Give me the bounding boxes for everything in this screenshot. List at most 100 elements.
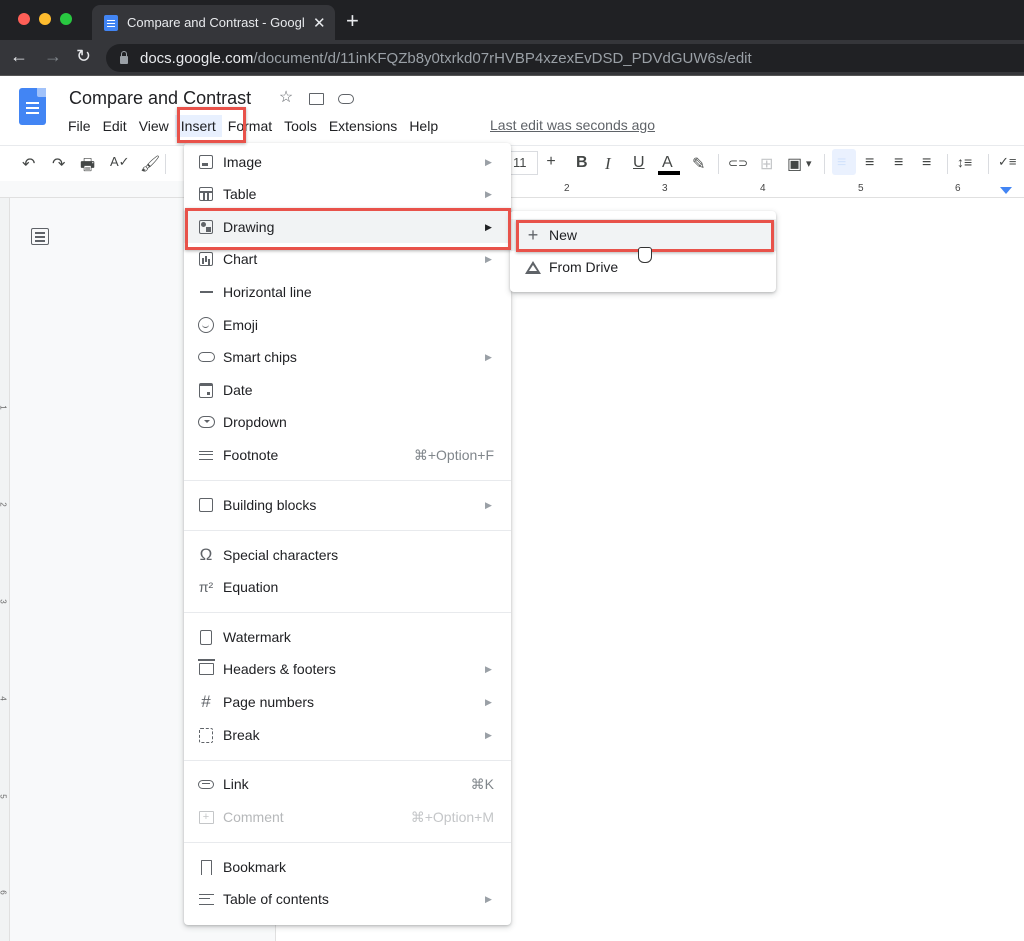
highlight-color-icon[interactable]: ✎ — [692, 154, 705, 174]
paint-format-icon[interactable]: 🖌 — [140, 154, 160, 174]
break-icon — [197, 726, 215, 744]
address-bar[interactable]: docs.google.com/document/d/11inKFQZb8y0t… — [106, 44, 1024, 72]
image-icon — [197, 153, 215, 171]
hash-icon: # — [201, 692, 211, 711]
toolbar-divider — [165, 154, 166, 174]
insert-menu-item-link[interactable]: Link ⌘K — [184, 768, 511, 800]
move-folder-icon[interactable] — [307, 88, 325, 106]
vertical-ruler[interactable]: 1 2 3 4 5 6 — [0, 198, 10, 941]
menu-format[interactable]: Format — [222, 115, 278, 137]
ruler-number: 5 — [0, 794, 8, 798]
menu-item-label: Headers & footers — [223, 661, 336, 677]
submenu-arrow-icon: ▶ — [485, 663, 492, 674]
insert-image-icon[interactable]: ▣ — [787, 154, 802, 174]
undo-icon[interactable]: ↶ — [22, 154, 35, 174]
last-edit-link[interactable]: Last edit was seconds ago — [490, 117, 655, 133]
document-title[interactable]: Compare and Contrast — [69, 88, 251, 109]
watermark-icon — [197, 628, 215, 646]
redo-icon[interactable]: ↷ — [52, 154, 65, 174]
insert-menu-item-chart[interactable]: Chart ▶ — [184, 243, 511, 275]
reload-icon[interactable]: ↻ — [76, 46, 91, 67]
insert-menu-item-table-of-contents[interactable]: Table of contents ▶ — [184, 883, 511, 915]
insert-menu-item-bookmark[interactable]: Bookmark — [184, 851, 511, 883]
underline-button[interactable]: U — [633, 154, 645, 172]
insert-menu-item-drawing[interactable]: Drawing ▶ — [184, 211, 511, 243]
docs-logo-icon[interactable] — [19, 88, 46, 125]
insert-menu-item-date[interactable]: Date — [184, 374, 511, 406]
ruler-number: 4 — [760, 183, 766, 194]
forward-icon[interactable]: → — [44, 46, 62, 67]
bold-button[interactable]: B — [576, 154, 588, 172]
shortcut-label: ⌘+Option+M — [410, 808, 494, 825]
menu-insert[interactable]: Insert — [174, 115, 222, 137]
insert-menu-item-horizontal-line[interactable]: Horizontal line — [184, 276, 511, 308]
tab-close-icon[interactable]: ✕ — [313, 14, 326, 32]
menu-divider — [184, 530, 511, 531]
right-indent-marker[interactable] — [1000, 187, 1012, 194]
footnote-icon — [197, 446, 215, 464]
insert-menu-item-building-blocks[interactable]: Building blocks ▶ — [184, 489, 511, 521]
font-size-increase-button[interactable]: + — [540, 151, 562, 175]
insert-menu-item-equation[interactable]: π² Equation — [184, 571, 511, 603]
window-maximize-button[interactable] — [60, 13, 72, 25]
submenu-arrow-icon: ▶ — [485, 351, 492, 362]
insert-menu-item-headers-footers[interactable]: Headers & footers ▶ — [184, 653, 511, 685]
menu-item-label: Break — [223, 727, 260, 743]
menu-item-label: Page numbers — [223, 694, 315, 710]
back-icon[interactable]: ← — [10, 46, 28, 67]
insert-menu-item-dropdown[interactable]: Dropdown — [184, 406, 511, 438]
toolbar-divider — [947, 154, 948, 174]
star-icon[interactable]: ☆ — [277, 88, 295, 106]
toolbar-divider — [824, 154, 825, 174]
add-comment-icon[interactable]: ⊞ — [760, 154, 773, 174]
document-outline-icon[interactable] — [31, 228, 49, 245]
pi-icon: π² — [198, 579, 214, 595]
new-tab-button[interactable]: + — [346, 8, 359, 34]
browser-tab-bar: Compare and Contrast - Googl ✕ + — [0, 0, 1024, 40]
image-dropdown-caret-icon[interactable]: ▾ — [806, 157, 812, 170]
google-drive-icon — [525, 260, 541, 274]
plus-icon: + — [527, 224, 539, 245]
line-spacing-icon[interactable]: ↕≡ — [957, 154, 972, 170]
insert-menu-item-break[interactable]: Break ▶ — [184, 719, 511, 751]
window-close-button[interactable] — [18, 13, 30, 25]
lock-icon — [120, 51, 128, 64]
menu-item-label: Footnote — [223, 447, 279, 463]
print-icon[interactable]: 🖶 — [80, 154, 95, 181]
menu-item-label: Smart chips — [223, 349, 297, 365]
ruler-number: 5 — [858, 183, 864, 194]
insert-menu-item-special-characters[interactable]: Ω Special characters — [184, 539, 511, 571]
menu-extensions[interactable]: Extensions — [323, 115, 403, 137]
insert-menu-item-watermark[interactable]: Watermark — [184, 621, 511, 653]
checklist-icon[interactable]: ✓≡ — [998, 154, 1016, 170]
menu-item-label: Drawing — [223, 219, 275, 235]
browser-tab[interactable]: Compare and Contrast - Googl ✕ — [92, 5, 335, 40]
window-minimize-button[interactable] — [39, 13, 51, 25]
ruler-number: 6 — [955, 183, 961, 194]
menu-help[interactable]: Help — [403, 115, 444, 137]
menu-edit[interactable]: Edit — [97, 115, 133, 137]
cloud-saved-icon[interactable] — [337, 88, 355, 106]
align-right-icon[interactable]: ≡ — [894, 154, 903, 172]
insert-menu-item-page-numbers[interactable]: # Page numbers ▶ — [184, 686, 511, 718]
spellcheck-icon[interactable]: A✓ — [110, 154, 130, 170]
insert-link-icon[interactable]: ⊂⊃ — [728, 156, 748, 170]
insert-menu-item-smart-chips[interactable]: Smart chips ▶ — [184, 341, 511, 373]
italic-button[interactable]: I — [605, 154, 611, 174]
align-center-icon[interactable]: ≡ — [865, 154, 874, 172]
menu-divider — [184, 480, 511, 481]
text-color-button[interactable]: A — [662, 154, 673, 172]
menu-file[interactable]: File — [62, 115, 97, 137]
menu-view[interactable]: View — [133, 115, 175, 137]
insert-menu-item-image[interactable]: Image ▶ — [184, 146, 511, 178]
insert-menu-item-table[interactable]: Table ▶ — [184, 178, 511, 210]
url-host: docs.google.com — [140, 49, 254, 67]
insert-menu-item-comment[interactable]: + Comment ⌘+Option+M — [184, 801, 511, 833]
horizontal-ruler[interactable]: 2 3 4 5 6 — [0, 181, 1024, 198]
menu-tools[interactable]: Tools — [278, 115, 323, 137]
menu-item-label: Image — [223, 154, 262, 170]
url-path: /document/d/11inKFQZb8y0txrkd07rHVBP4xze… — [253, 49, 752, 67]
insert-menu-item-footnote[interactable]: Footnote ⌘+Option+F — [184, 439, 511, 471]
justify-icon[interactable]: ≡ — [922, 154, 931, 172]
insert-menu-item-emoji[interactable]: Emoji — [184, 309, 511, 341]
